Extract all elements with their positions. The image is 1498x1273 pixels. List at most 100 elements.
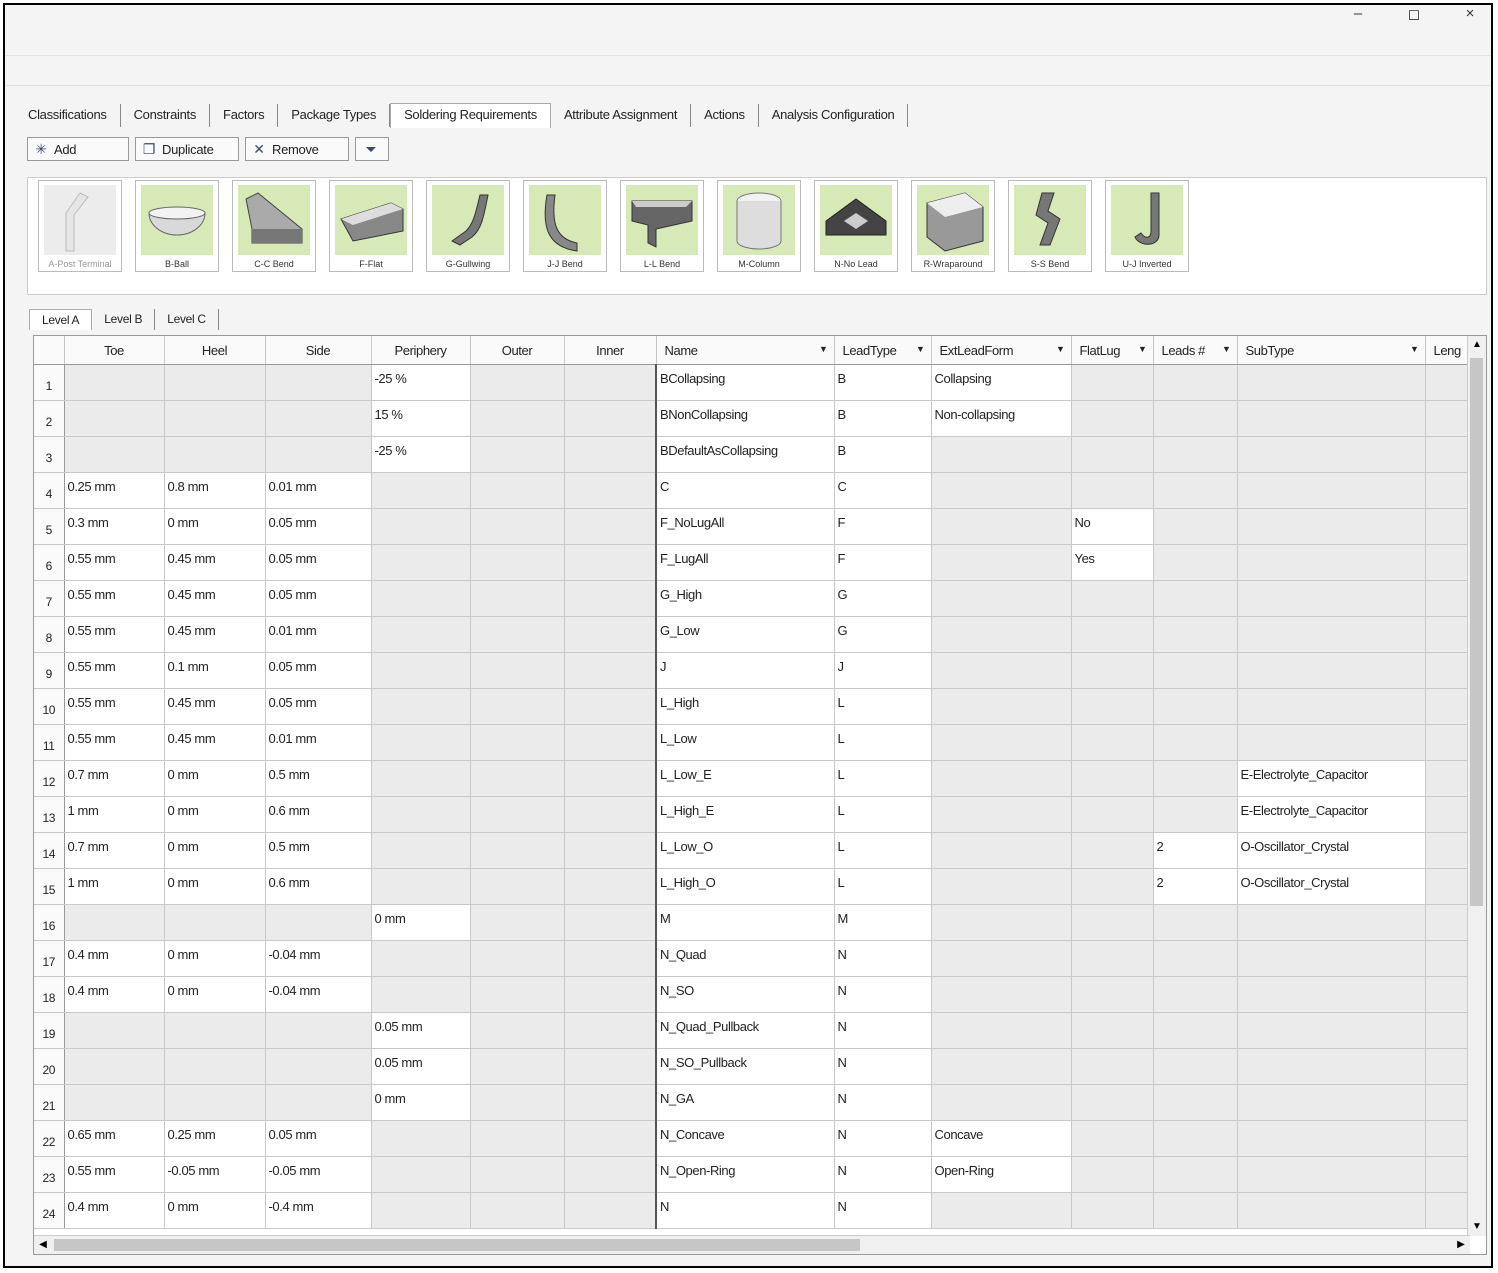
table-cell-heel[interactable]: 0 mm: [164, 1192, 266, 1229]
tab-constraints[interactable]: Constraints: [121, 104, 211, 127]
table-cell-periphery[interactable]: [371, 652, 471, 689]
table-cell-leng[interactable]: [1425, 868, 1471, 905]
row-number[interactable]: 10: [34, 688, 65, 725]
table-cell-leads[interactable]: [1153, 940, 1238, 977]
table-cell-leng[interactable]: [1425, 1156, 1471, 1193]
table-cell-subtype[interactable]: [1237, 616, 1426, 653]
table-cell-side[interactable]: 0.05 mm: [265, 652, 372, 689]
table-cell-heel[interactable]: 0.45 mm: [164, 580, 266, 617]
table-cell-outer[interactable]: [470, 1084, 565, 1121]
table-cell-leng[interactable]: [1425, 832, 1471, 869]
table-cell-leng[interactable]: [1425, 904, 1471, 941]
table-cell-outer[interactable]: [470, 940, 565, 977]
table-cell-flatlug[interactable]: [1071, 1192, 1154, 1229]
lead-type-tile[interactable]: B-Ball: [135, 180, 219, 272]
table-cell-side[interactable]: 0.6 mm: [265, 868, 372, 905]
table-cell-flatlug[interactable]: [1071, 688, 1154, 725]
table-cell-periphery[interactable]: [371, 724, 471, 761]
table-cell-side[interactable]: [265, 364, 372, 401]
table-cell-name[interactable]: L_High_O: [655, 868, 835, 905]
table-row[interactable]: 10 0.55 mm 0.45 mm 0.05 mm L_High L: [34, 688, 1471, 725]
table-cell-heel[interactable]: [164, 436, 266, 473]
table-cell-extleadform[interactable]: [931, 616, 1072, 653]
table-cell-side[interactable]: 0.05 mm: [265, 580, 372, 617]
dropdown-arrow-icon[interactable]: ▼: [1410, 344, 1419, 354]
table-cell-leads[interactable]: [1153, 616, 1238, 653]
table-cell-periphery[interactable]: [371, 508, 471, 545]
table-cell-leng[interactable]: [1425, 472, 1471, 509]
table-cell-flatlug[interactable]: [1071, 976, 1154, 1013]
table-cell-name[interactable]: N_Concave: [655, 1120, 835, 1157]
table-row[interactable]: 23 0.55 mm -0.05 mm -0.05 mm N_Open-Ring N Ope…: [34, 1156, 1471, 1193]
scroll-thumb[interactable]: [1470, 358, 1483, 906]
column-header[interactable]: SubType ▼: [1237, 336, 1426, 365]
table-cell-heel[interactable]: 0 mm: [164, 832, 266, 869]
row-number[interactable]: 1: [34, 364, 65, 401]
table-cell-leadtype[interactable]: G: [834, 616, 932, 653]
table-cell-inner[interactable]: [564, 436, 657, 473]
table-cell-outer[interactable]: [470, 904, 565, 941]
column-header[interactable]: Leads # ▼: [1153, 336, 1238, 365]
scroll-up-icon[interactable]: ▲: [1468, 336, 1486, 354]
column-header[interactable]: Toe: [64, 336, 165, 365]
table-cell-side[interactable]: -0.04 mm: [265, 976, 372, 1013]
table-cell-leads[interactable]: [1153, 580, 1238, 617]
table-cell-heel[interactable]: 0 mm: [164, 940, 266, 977]
table-cell-periphery[interactable]: 0 mm: [371, 904, 471, 941]
table-cell-toe[interactable]: [64, 364, 165, 401]
table-row[interactable]: 8 0.55 mm 0.45 mm 0.01 mm G_Low G: [34, 616, 1471, 653]
table-cell-inner[interactable]: [564, 508, 657, 545]
tab-classifications[interactable]: Classifications: [15, 104, 121, 127]
table-cell-inner[interactable]: [564, 1012, 657, 1049]
table-cell-extleadform[interactable]: Collapsing: [931, 364, 1072, 401]
table-cell-name[interactable]: N_Quad_Pullback: [655, 1012, 835, 1049]
table-cell-toe[interactable]: 0.4 mm: [64, 1192, 165, 1229]
table-cell-leadtype[interactable]: L: [834, 688, 932, 725]
table-cell-leadtype[interactable]: N: [834, 976, 932, 1013]
table-cell-name[interactable]: BDefaultAsCollapsing: [655, 436, 835, 473]
row-number[interactable]: 23: [34, 1156, 65, 1193]
table-cell-subtype[interactable]: [1237, 724, 1426, 761]
table-cell-heel[interactable]: 0.45 mm: [164, 616, 266, 653]
table-cell-extleadform[interactable]: Open-Ring: [931, 1156, 1072, 1193]
table-cell-leadtype[interactable]: B: [834, 400, 932, 437]
table-row[interactable]: 15 1 mm 0 mm 0.6 mm L_High_O L 2 O-Oscillator_C…: [34, 868, 1471, 905]
table-cell-periphery[interactable]: 0.05 mm: [371, 1048, 471, 1085]
table-cell-side[interactable]: 0.05 mm: [265, 1120, 372, 1157]
table-cell-side[interactable]: [265, 1012, 372, 1049]
tab-actions[interactable]: Actions: [691, 104, 759, 127]
table-cell-leng[interactable]: [1425, 1120, 1471, 1157]
table-cell-name[interactable]: L_Low_E: [655, 760, 835, 797]
column-header[interactable]: Name ▼: [656, 336, 835, 365]
table-cell-name[interactable]: L_High: [655, 688, 835, 725]
lead-type-tile[interactable]: N-No Lead: [814, 180, 898, 272]
table-cell-heel[interactable]: [164, 1048, 266, 1085]
table-cell-extleadform[interactable]: [931, 436, 1072, 473]
table-cell-heel[interactable]: 0 mm: [164, 508, 266, 545]
table-cell-periphery[interactable]: [371, 580, 471, 617]
table-cell-inner[interactable]: [564, 1192, 657, 1229]
table-cell-side[interactable]: [265, 904, 372, 941]
table-cell-toe[interactable]: 1 mm: [64, 796, 165, 833]
table-cell-subtype[interactable]: [1237, 508, 1426, 545]
table-cell-inner[interactable]: [564, 796, 657, 833]
table-row[interactable]: 20 0.05 mm N_SO_Pullback N: [34, 1048, 1471, 1085]
row-number[interactable]: 17: [34, 940, 65, 977]
row-number[interactable]: 5: [34, 508, 65, 545]
column-header[interactable]: Inner: [564, 336, 657, 365]
table-cell-side[interactable]: -0.05 mm: [265, 1156, 372, 1193]
table-cell-leads[interactable]: [1153, 1084, 1238, 1121]
table-row[interactable]: 18 0.4 mm 0 mm -0.04 mm N_SO N: [34, 976, 1471, 1013]
table-row[interactable]: 5 0.3 mm 0 mm 0.05 mm F_NoLugAll F No: [34, 508, 1471, 545]
column-header[interactable]: Side: [265, 336, 372, 365]
table-cell-heel[interactable]: 0 mm: [164, 868, 266, 905]
table-cell-toe[interactable]: 0.65 mm: [64, 1120, 165, 1157]
table-cell-outer[interactable]: [470, 472, 565, 509]
table-cell-leads[interactable]: [1153, 796, 1238, 833]
table-cell-outer[interactable]: [470, 976, 565, 1013]
tab-attribute-assignment[interactable]: Attribute Assignment: [551, 104, 692, 127]
table-cell-leng[interactable]: [1425, 436, 1471, 473]
scroll-thumb[interactable]: [54, 1239, 860, 1251]
table-cell-leng[interactable]: [1425, 544, 1471, 581]
table-cell-leng[interactable]: [1425, 688, 1471, 725]
